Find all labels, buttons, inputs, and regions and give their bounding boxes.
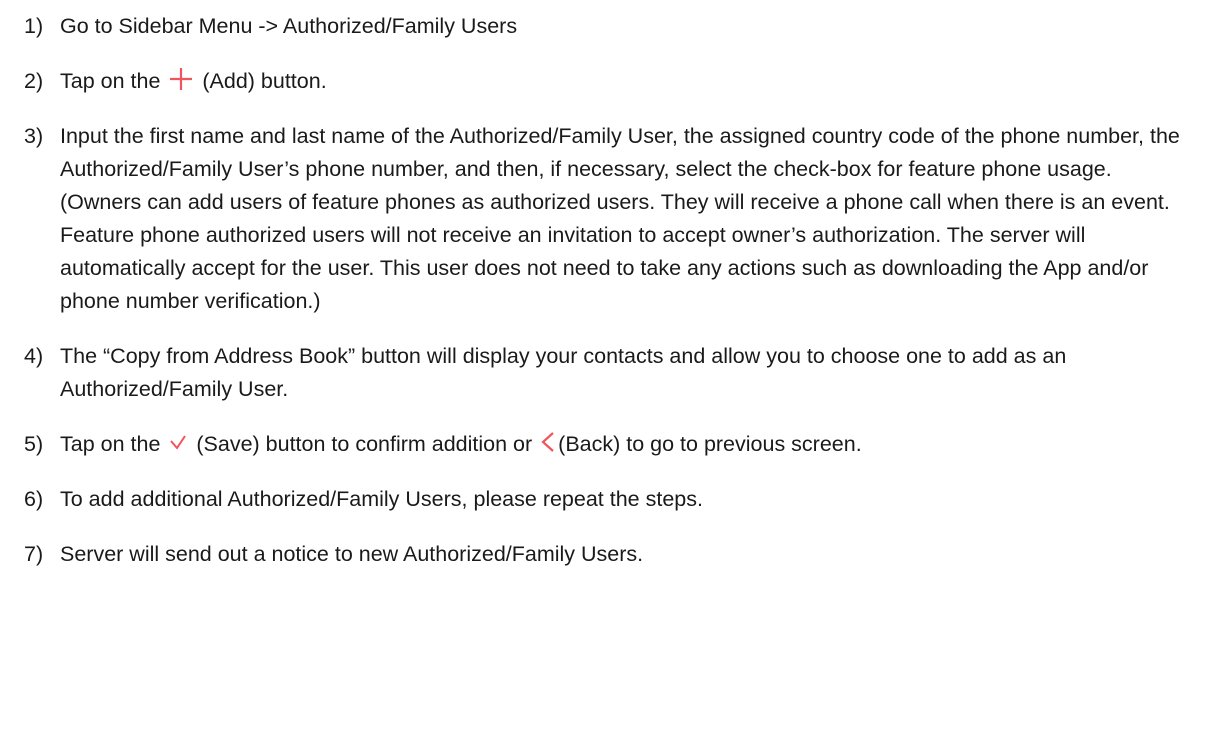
step-text: Server will send out a notice to new Aut… bbox=[60, 542, 644, 566]
step-text-after: (Back) to go to previous screen. bbox=[558, 432, 862, 456]
instruction-document: 1) Go to Sidebar Menu -> Authorized/Fami… bbox=[0, 0, 1211, 593]
step-number: 7) bbox=[24, 542, 44, 566]
step-number: 5) bbox=[24, 432, 44, 456]
step-text-after: (Add) button. bbox=[196, 69, 327, 93]
step-number: 6) bbox=[24, 487, 44, 511]
chevron-left-icon bbox=[540, 431, 556, 453]
step-text: Input the first name and last name of th… bbox=[60, 124, 1180, 313]
step-text-before: Tap on the bbox=[60, 432, 167, 456]
step-number: 2) bbox=[24, 69, 44, 93]
step-number: 3) bbox=[24, 124, 44, 148]
step-number: 1) bbox=[24, 14, 44, 38]
checkmark-icon bbox=[168, 432, 188, 452]
step-6: 6) To add additional Authorized/Family U… bbox=[24, 483, 1181, 516]
step-text: Tap on the (Save) button to confirm addi… bbox=[60, 428, 1181, 461]
step-text-before: Tap on the bbox=[60, 69, 167, 93]
step-text: To add additional Authorized/Family User… bbox=[60, 487, 703, 511]
plus-icon bbox=[168, 66, 194, 92]
step-4: 4) The “Copy from Address Book” button w… bbox=[24, 340, 1181, 406]
step-text: Tap on the (Add) button. bbox=[60, 65, 1181, 98]
step-2: 2) Tap on the (Add) button. bbox=[24, 65, 1181, 98]
step-3: 3) Input the first name and last name of… bbox=[24, 120, 1181, 318]
step-text: The “Copy from Address Book” button will… bbox=[60, 344, 1067, 401]
step-text-middle: (Save) button to confirm addition or bbox=[190, 432, 539, 456]
step-7: 7) Server will send out a notice to new … bbox=[24, 538, 1181, 571]
step-number: 4) bbox=[24, 344, 44, 368]
step-text: Go to Sidebar Menu -> Authorized/Family … bbox=[60, 14, 518, 38]
step-1: 1) Go to Sidebar Menu -> Authorized/Fami… bbox=[24, 10, 1181, 43]
step-5: 5) Tap on the (Save) button to confirm a… bbox=[24, 428, 1181, 461]
